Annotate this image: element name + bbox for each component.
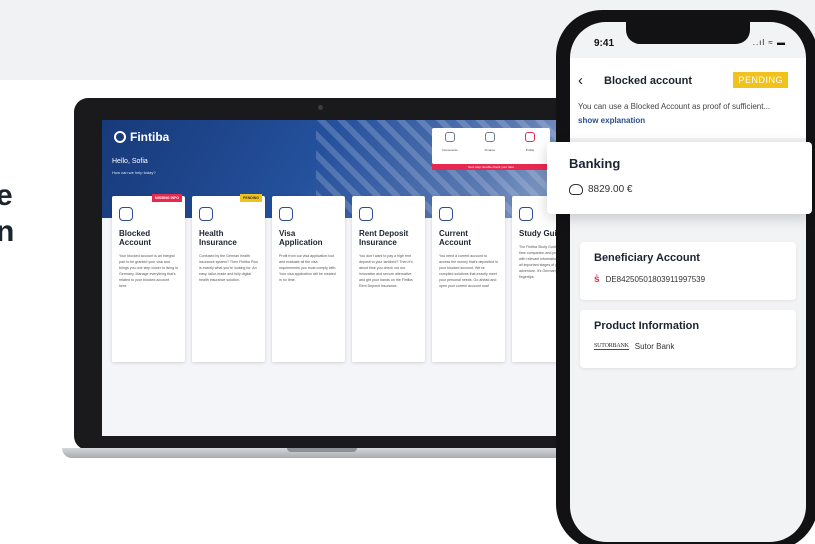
nav-finance-label: Finance: [484, 148, 496, 152]
banking-balance-row: 8829.00 €: [569, 184, 633, 195]
beneficiary-account-card[interactable]: Beneficiary Account ṡ DE8425050180391199…: [580, 242, 796, 300]
greeting: Hello, Sofia: [112, 158, 148, 165]
heading-line-2: n: [0, 215, 15, 248]
finance-icon: [485, 132, 495, 142]
nav-profile-label: Profile: [525, 148, 535, 152]
product-row: SUTORBANK Sutor Bank: [594, 342, 674, 351]
beneficiary-title: Beneficiary Account: [594, 252, 700, 264]
pending-badge: PENDING: [240, 194, 262, 202]
documents-icon: [445, 132, 455, 142]
laptop-notch: [287, 448, 357, 452]
nav-documents[interactable]: Documents: [436, 132, 464, 152]
product-information-card[interactable]: Product Information SUTORBANK Sutor Bank: [580, 310, 796, 368]
page-title: Blocked account: [604, 75, 693, 87]
cropped-heading: e n: [0, 178, 14, 250]
card-description: Confused by the German health insurance …: [199, 254, 258, 282]
profile-icon: [525, 132, 535, 142]
banking-card[interactable]: Banking 8829.00 €: [547, 142, 812, 214]
signal-wifi-battery-icon: ..ıl ≈ ▬: [752, 38, 786, 47]
sparkasse-icon: ṡ: [594, 274, 600, 285]
piggy-bank-icon: [569, 184, 583, 195]
show-explanation-link[interactable]: show explanation: [578, 116, 645, 125]
nav-profile[interactable]: Profile: [516, 132, 544, 152]
product-title: Product Information: [594, 320, 700, 332]
back-arrow-icon[interactable]: ‹: [578, 72, 583, 89]
card-blocked-account[interactable]: MISSING INFO Blocked Account Your blocke…: [112, 194, 185, 362]
fintiba-logo[interactable]: Fintiba: [114, 130, 169, 144]
banking-amount: 8829.00 €: [588, 184, 633, 195]
nav-finance[interactable]: Finance: [476, 132, 504, 152]
card-title: Rent Deposit Insurance: [359, 229, 409, 247]
card-title: Health Insurance: [199, 229, 237, 247]
status-time: 9:41: [594, 38, 615, 49]
card-title: Blocked Account: [119, 229, 151, 247]
phone-screen: 9:41 ..ıl ≈ ▬ ‹ Blocked account PENDING …: [570, 22, 806, 542]
health-insurance-icon: [199, 207, 213, 221]
current-account-icon: [439, 207, 453, 221]
bank-name: Sutor Bank: [634, 342, 675, 351]
card-title: Current Account: [439, 229, 471, 247]
card-description: You don't want to pay a high rent deposi…: [359, 254, 413, 288]
sub-greeting: How can we help today?: [112, 170, 156, 175]
blocked-account-icon: [119, 207, 133, 221]
laptop-screen: Fintiba Hello, Sofia How can we help tod…: [102, 120, 566, 436]
missing-info-badge: MISSING INFO: [151, 194, 182, 202]
card-description: You need a current account to access the…: [439, 254, 498, 288]
marketing-stage: e n Fintiba Hello, Sofia How can we help…: [0, 0, 815, 544]
rent-deposit-icon: [359, 207, 373, 221]
top-nav: Documents Finance Profile: [432, 128, 550, 164]
beneficiary-row: ṡ DE84250501803911997539: [594, 274, 705, 285]
app-header: ‹ Blocked account PENDING You can use a …: [570, 58, 806, 138]
phone-notch: [626, 22, 750, 44]
banking-title: Banking: [569, 156, 621, 171]
fintiba-logo-icon: [114, 131, 126, 143]
iban-value: DE84250501803911997539: [605, 275, 706, 284]
visa-application-icon: [279, 207, 293, 221]
card-current-account[interactable]: Current Account You need a current accou…: [432, 196, 505, 362]
nav-documents-label: Documents: [442, 148, 458, 152]
status-badge: PENDING: [733, 72, 788, 88]
brand-name: Fintiba: [130, 130, 170, 144]
next-step-alert[interactable]: Next step: Enable check your data: [432, 164, 550, 170]
study-guide-icon: [519, 207, 533, 221]
laptop-mockup: Fintiba Hello, Sofia How can we help tod…: [62, 98, 582, 458]
card-health-insurance[interactable]: PENDING Health Insurance Confused by the…: [192, 194, 265, 362]
card-title: Visa Application: [279, 229, 323, 247]
card-visa-application[interactable]: Visa Application Profit from our visa ap…: [272, 196, 345, 362]
account-description: You can use a Blocked Account as proof o…: [578, 102, 771, 111]
service-cards: MISSING INFO Blocked Account Your blocke…: [112, 194, 566, 362]
card-description: Profit from our visa application tool an…: [279, 254, 337, 282]
laptop-lid: Fintiba Hello, Sofia How can we help tod…: [74, 98, 570, 450]
card-description: Your blocked account is an integral part…: [119, 254, 178, 288]
heading-line-1: e: [0, 179, 13, 212]
camera-dot: [318, 105, 323, 110]
card-rent-deposit[interactable]: Rent Deposit Insurance You don't want to…: [352, 196, 425, 362]
phone-mockup: 9:41 ..ıl ≈ ▬ ‹ Blocked account PENDING …: [556, 10, 815, 544]
sutor-bank-logo: SUTORBANK: [594, 343, 629, 350]
